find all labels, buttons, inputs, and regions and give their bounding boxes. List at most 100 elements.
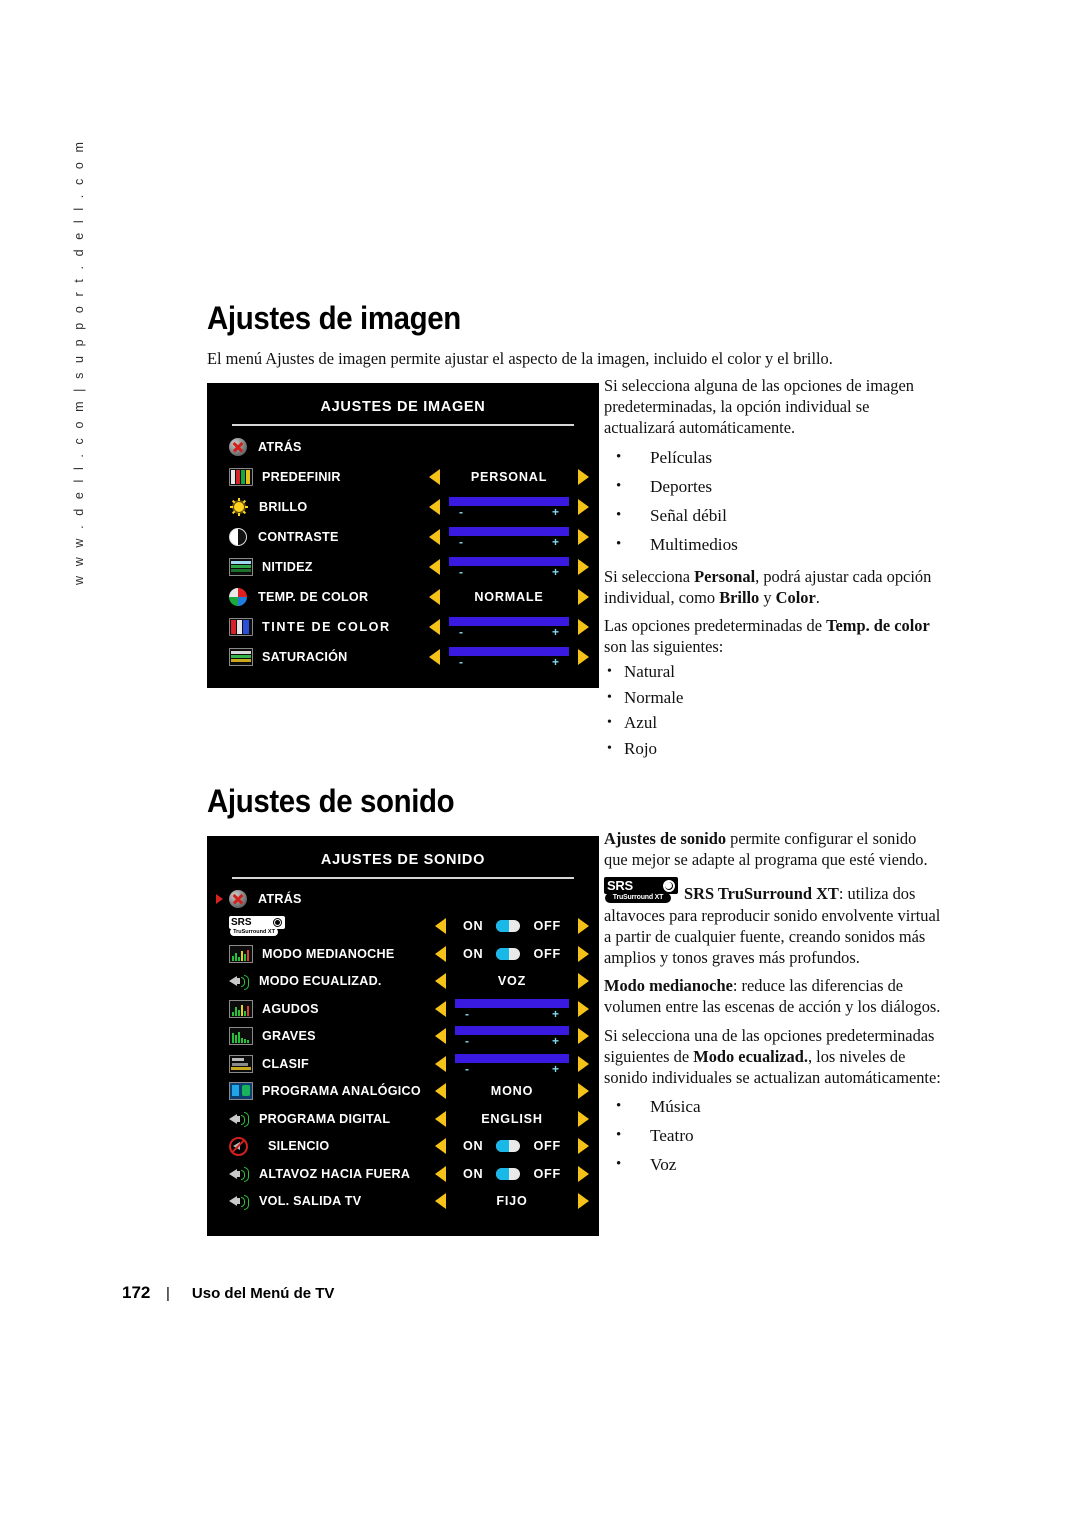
- arrow-left-icon[interactable]: [435, 1193, 446, 1210]
- osd-row-temp-de-color[interactable]: TEMP. DE COLOR NORMALE: [207, 582, 599, 612]
- arrow-left-icon[interactable]: [435, 1138, 446, 1155]
- slider[interactable]: - +: [455, 1025, 569, 1047]
- osd-row-control[interactable]: - +: [435, 1023, 589, 1051]
- arrow-left-icon[interactable]: [429, 469, 440, 485]
- arrow-left-icon[interactable]: [435, 945, 446, 962]
- osd-row-control[interactable]: NORMALE: [429, 582, 589, 612]
- arrow-right-icon[interactable]: [578, 469, 589, 485]
- osd-row-control[interactable]: PERSONAL: [429, 462, 589, 492]
- toggle-off-label[interactable]: OFF: [533, 1167, 561, 1181]
- onoff-toggle[interactable]: ON OFF: [455, 1139, 569, 1153]
- osd-row-predefinir[interactable]: PREDEFINIR PERSONAL: [207, 462, 599, 492]
- osd-row-control[interactable]: VOZ: [435, 968, 589, 996]
- control-slider-area[interactable]: - +: [449, 612, 569, 642]
- arrow-left-icon[interactable]: [435, 1028, 446, 1045]
- osd-row-control[interactable]: - +: [429, 642, 589, 672]
- arrow-right-icon[interactable]: [578, 619, 589, 635]
- osd-row-control[interactable]: FIJO: [435, 1188, 589, 1216]
- control-slider-area[interactable]: - +: [449, 552, 569, 582]
- osd-row-control[interactable]: - +: [429, 492, 589, 522]
- toggle-off-label[interactable]: OFF: [533, 947, 561, 961]
- toggle-switch-icon[interactable]: [496, 1140, 521, 1153]
- arrow-left-icon[interactable]: [429, 619, 440, 635]
- osd-row-modo-medianoche[interactable]: MODO MEDIANOCHE ON OFF: [207, 940, 599, 968]
- osd-row-nitidez[interactable]: NITIDEZ - +: [207, 552, 599, 582]
- arrow-right-icon[interactable]: [578, 559, 589, 575]
- arrow-left-icon[interactable]: [429, 529, 440, 545]
- control-toggle-area[interactable]: ON OFF: [455, 940, 569, 968]
- control-slider-area[interactable]: - +: [455, 1050, 569, 1078]
- control-slider-area[interactable]: - +: [455, 995, 569, 1023]
- osd-row-control[interactable]: - +: [429, 522, 589, 552]
- osd-row-vol-salida-tv[interactable]: VOL. SALIDA TV FIJO: [207, 1188, 599, 1216]
- arrow-right-icon[interactable]: [578, 1110, 589, 1127]
- toggle-on-label[interactable]: ON: [463, 1167, 484, 1181]
- arrow-left-icon[interactable]: [435, 918, 446, 935]
- toggle-on-label[interactable]: ON: [463, 1139, 484, 1153]
- osd-row-control[interactable]: ENGLISH: [435, 1105, 589, 1133]
- arrow-right-icon[interactable]: [578, 1083, 589, 1100]
- osd-row-programa-analogico[interactable]: PROGRAMA ANALÓGICO MONO: [207, 1078, 599, 1106]
- arrow-right-icon[interactable]: [578, 1000, 589, 1017]
- toggle-on-label[interactable]: ON: [463, 919, 484, 933]
- osd-row-agudos[interactable]: AGUDOS - +: [207, 995, 599, 1023]
- osd-row-control[interactable]: - +: [429, 612, 589, 642]
- arrow-left-icon[interactable]: [429, 499, 440, 515]
- osd-row-control[interactable]: - +: [429, 552, 589, 582]
- arrow-left-icon[interactable]: [429, 589, 440, 605]
- osd-row-silencio[interactable]: SILENCIO ON OFF: [207, 1133, 599, 1161]
- arrow-left-icon[interactable]: [435, 1110, 446, 1127]
- toggle-switch-icon[interactable]: [496, 947, 521, 960]
- osd-row-control[interactable]: ON OFF: [435, 913, 589, 941]
- arrow-left-icon[interactable]: [435, 1083, 446, 1100]
- arrow-left-icon[interactable]: [435, 1000, 446, 1017]
- osd-row-altavoz-hacia-fuera[interactable]: ALTAVOZ HACIA FUERA ON OFF: [207, 1160, 599, 1188]
- arrow-right-icon[interactable]: [578, 1138, 589, 1155]
- slider[interactable]: - +: [455, 1053, 569, 1075]
- osd-row-brillo[interactable]: BRILLO - +: [207, 492, 599, 522]
- osd-row-control[interactable]: ON OFF: [435, 1133, 589, 1161]
- osd-row-control[interactable]: MONO: [435, 1078, 589, 1106]
- osd-row-saturacion[interactable]: SATURACIÓN - +: [207, 642, 599, 672]
- osd-row-srs[interactable]: SRS TruSurround XT ON OFF: [207, 913, 599, 941]
- onoff-toggle[interactable]: ON OFF: [455, 947, 569, 961]
- osd-row-control[interactable]: ON OFF: [435, 940, 589, 968]
- control-slider-area[interactable]: - +: [455, 1023, 569, 1051]
- slider[interactable]: - +: [449, 616, 569, 638]
- slider[interactable]: - +: [455, 998, 569, 1020]
- toggle-on-label[interactable]: ON: [463, 947, 484, 961]
- osd-row-atras[interactable]: ATRÁS: [207, 885, 599, 913]
- onoff-toggle[interactable]: ON OFF: [455, 919, 569, 933]
- arrow-right-icon[interactable]: [578, 649, 589, 665]
- arrow-right-icon[interactable]: [578, 529, 589, 545]
- osd-row-control[interactable]: - +: [435, 1050, 589, 1078]
- control-slider-area[interactable]: - +: [449, 492, 569, 522]
- arrow-left-icon[interactable]: [435, 1165, 446, 1182]
- osd-row-control[interactable]: - +: [435, 995, 589, 1023]
- arrow-right-icon[interactable]: [578, 1193, 589, 1210]
- control-toggle-area[interactable]: ON OFF: [455, 1160, 569, 1188]
- osd-row-atras[interactable]: ATRÁS: [207, 432, 599, 462]
- arrow-left-icon[interactable]: [429, 649, 440, 665]
- toggle-switch-icon[interactable]: [496, 920, 521, 933]
- arrow-left-icon[interactable]: [429, 559, 440, 575]
- toggle-off-label[interactable]: OFF: [533, 919, 561, 933]
- slider[interactable]: - +: [449, 646, 569, 668]
- osd-row-clasif[interactable]: CLASIF - +: [207, 1050, 599, 1078]
- arrow-right-icon[interactable]: [578, 1028, 589, 1045]
- arrow-right-icon[interactable]: [578, 973, 589, 990]
- control-toggle-area[interactable]: ON OFF: [455, 1133, 569, 1161]
- toggle-switch-icon[interactable]: [496, 1167, 521, 1180]
- osd-row-programa-digital[interactable]: PROGRAMA DIGITAL ENGLISH: [207, 1105, 599, 1133]
- arrow-left-icon[interactable]: [435, 973, 446, 990]
- onoff-toggle[interactable]: ON OFF: [455, 1167, 569, 1181]
- slider[interactable]: - +: [449, 496, 569, 518]
- control-slider-area[interactable]: - +: [449, 522, 569, 552]
- arrow-right-icon[interactable]: [578, 945, 589, 962]
- osd-row-tinte-de-color[interactable]: TINTE DE COLOR - +: [207, 612, 599, 642]
- osd-row-contraste[interactable]: CONTRASTE - +: [207, 522, 599, 552]
- osd-row-modo-ecualizad[interactable]: MODO ECUALIZAD. VOZ: [207, 968, 599, 996]
- control-toggle-area[interactable]: ON OFF: [455, 913, 569, 941]
- arrow-left-icon[interactable]: [435, 1055, 446, 1072]
- control-slider-area[interactable]: - +: [449, 642, 569, 672]
